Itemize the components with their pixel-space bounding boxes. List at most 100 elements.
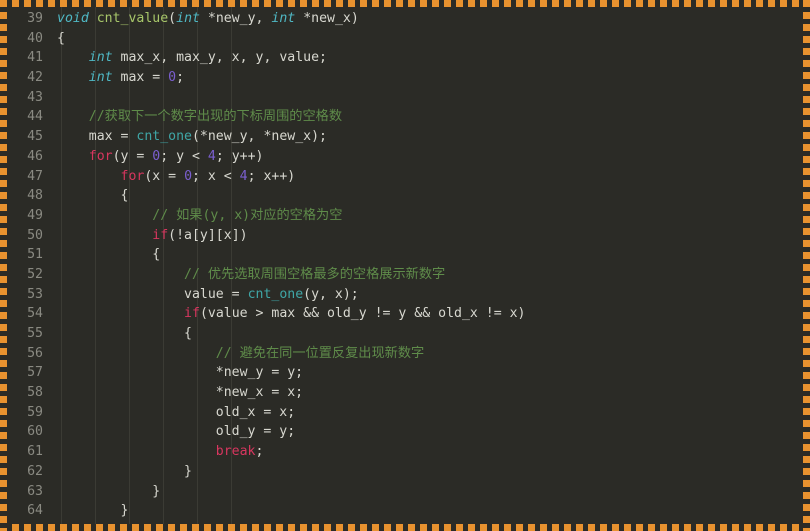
code-line[interactable]: 40 {	[7, 29, 803, 49]
code-line[interactable]: 59 old_x = x;	[7, 403, 803, 423]
token-plain: old_y = y;	[57, 424, 296, 440]
token-plain: }	[57, 503, 129, 519]
code-line[interactable]: 53 value = cnt_one(y, x);	[7, 285, 803, 305]
code-line[interactable]: 41 int max_x, max_y, x, y, value;	[7, 48, 803, 68]
code-line[interactable]: 62 }	[7, 462, 803, 482]
line-content[interactable]: break;	[43, 442, 264, 462]
code-line[interactable]: 43	[7, 88, 803, 108]
token-plain: max =	[57, 129, 137, 145]
line-content[interactable]: int max = 0;	[43, 68, 184, 88]
code-line[interactable]: 51 {	[7, 245, 803, 265]
code-line[interactable]: 47 for(x = 0; x < 4; x++)	[7, 167, 803, 187]
code-area[interactable]: 39 void cnt_value(int *new_y, int *new_x)…	[7, 7, 803, 524]
code-line[interactable]: 64 }	[7, 501, 803, 521]
line-content[interactable]: // 如果(y, x)对应的空格为空	[43, 206, 342, 226]
code-line[interactable]: 50 if(!a[y][x])	[7, 226, 803, 246]
line-content[interactable]: // 避免在同一位置反复出现新数字	[43, 344, 424, 364]
code-line[interactable]: 56 // 避免在同一位置反复出现新数字	[7, 344, 803, 364]
line-content[interactable]: value = cnt_one(y, x);	[43, 285, 359, 305]
line-number: 46	[27, 148, 43, 164]
code-line[interactable]: 58 *new_x = x;	[7, 383, 803, 403]
code-line[interactable]: 42 int max = 0;	[7, 68, 803, 88]
code-line[interactable]: 46 for(y = 0; y < 4; y++)	[7, 147, 803, 167]
line-content[interactable]: *new_x = x;	[43, 383, 303, 403]
token-plain: *new_y = y;	[57, 365, 304, 381]
line-number: 50	[27, 227, 43, 243]
code-line[interactable]: 57 *new_y = y;	[7, 363, 803, 383]
line-number: 41	[27, 50, 43, 66]
line-content[interactable]: *new_y = y;	[43, 363, 303, 383]
line-number: 55	[27, 326, 43, 341]
line-content[interactable]: {	[43, 245, 160, 265]
line-content[interactable]: if(value > max && old_y != y && old_x !=…	[43, 304, 525, 324]
code-editor[interactable]: 39 void cnt_value(int *new_y, int *new_x)…	[7, 7, 803, 524]
token-number: 4	[207, 148, 216, 164]
code-line[interactable]: 48 {	[7, 186, 803, 206]
line-number: 63	[27, 483, 43, 499]
code-line[interactable]: 55 {	[7, 324, 803, 344]
code-line[interactable]: 49 // 如果(y, x)对应的空格为空	[7, 206, 803, 226]
line-content[interactable]: old_x = x;	[43, 403, 295, 423]
line-content[interactable]: {	[43, 324, 192, 344]
token-keyword: if	[152, 227, 169, 243]
token-type: int	[176, 11, 200, 26]
code-line[interactable]: 60 old_y = y;	[7, 422, 803, 442]
token-plain: *new_x)	[295, 11, 359, 26]
code-line[interactable]: 52 // 优先选取周围空格最多的空格展示新数字	[7, 265, 803, 285]
token-plain: ; x++)	[247, 168, 296, 184]
line-number: 62	[27, 463, 43, 479]
line-content[interactable]: }	[43, 482, 160, 502]
code-line[interactable]: 45 max = cnt_one(*new_y, *new_x);	[7, 127, 803, 147]
code-line[interactable]: 39 void cnt_value(int *new_y, int *new_x)	[7, 9, 803, 29]
token-plain: (x =	[144, 168, 185, 184]
decorative-border-bottom	[0, 524, 810, 531]
token-keyword: for	[120, 168, 145, 184]
line-content[interactable]: if(!a[y][x])	[43, 226, 248, 246]
token-plain: old_x = x;	[57, 404, 296, 420]
line-content[interactable]: //获取下一个数字出现的下标周围的空格数	[43, 107, 342, 127]
line-content[interactable]: {	[43, 186, 129, 206]
decorative-border-top	[0, 0, 810, 7]
line-content[interactable]: }	[43, 462, 192, 482]
token-keyword: break	[215, 444, 256, 460]
code-line[interactable]: 54 if(value > max && old_y != y && old_x…	[7, 304, 803, 324]
line-number: 57	[27, 365, 43, 381]
token-plain: (y =	[112, 148, 153, 164]
line-content[interactable]: for(x = 0; x < 4; x++)	[43, 167, 296, 187]
line-content[interactable]: }	[43, 521, 65, 524]
token-plain: (y, x);	[303, 286, 359, 302]
token-plain: {	[57, 30, 65, 46]
token-plain: }	[57, 483, 161, 499]
code-line[interactable]: 61 break;	[7, 442, 803, 462]
line-content[interactable]: // 优先选取周围空格最多的空格展示新数字	[43, 265, 445, 285]
token-plain: value =	[57, 286, 248, 302]
code-line[interactable]: 63 }	[7, 482, 803, 502]
code-line[interactable]: 65}	[7, 521, 803, 524]
code-line[interactable]: 44 //获取下一个数字出现的下标周围的空格数	[7, 107, 803, 127]
line-content[interactable]: for(y = 0; y < 4; y++)	[43, 147, 264, 167]
token-plain: ; x <	[192, 168, 240, 184]
token-plain: ; y <	[160, 148, 208, 164]
token-plain: }	[57, 463, 192, 479]
code-screenshot: 39 void cnt_value(int *new_y, int *new_x)…	[0, 0, 810, 531]
line-content[interactable]: }	[43, 501, 129, 521]
token-plain: (!a[y][x])	[168, 227, 248, 243]
line-number: 39	[27, 11, 43, 26]
line-content[interactable]: {	[43, 29, 65, 49]
line-content[interactable]: int max_x, max_y, x, y, value;	[43, 48, 327, 68]
line-content[interactable]: max = cnt_one(*new_y, *new_x);	[43, 127, 327, 147]
line-content[interactable]: old_y = y;	[43, 422, 295, 442]
token-plain: max =	[112, 70, 169, 86]
token-plain: {	[57, 326, 192, 341]
line-number: 56	[27, 345, 43, 361]
line-content[interactable]: void cnt_value(int *new_y, int *new_x)	[43, 9, 359, 29]
code-lines[interactable]: 39 void cnt_value(int *new_y, int *new_x)…	[7, 9, 803, 524]
line-number: 45	[27, 129, 43, 145]
token-type: int	[88, 50, 113, 66]
line-number: 40	[27, 30, 43, 46]
